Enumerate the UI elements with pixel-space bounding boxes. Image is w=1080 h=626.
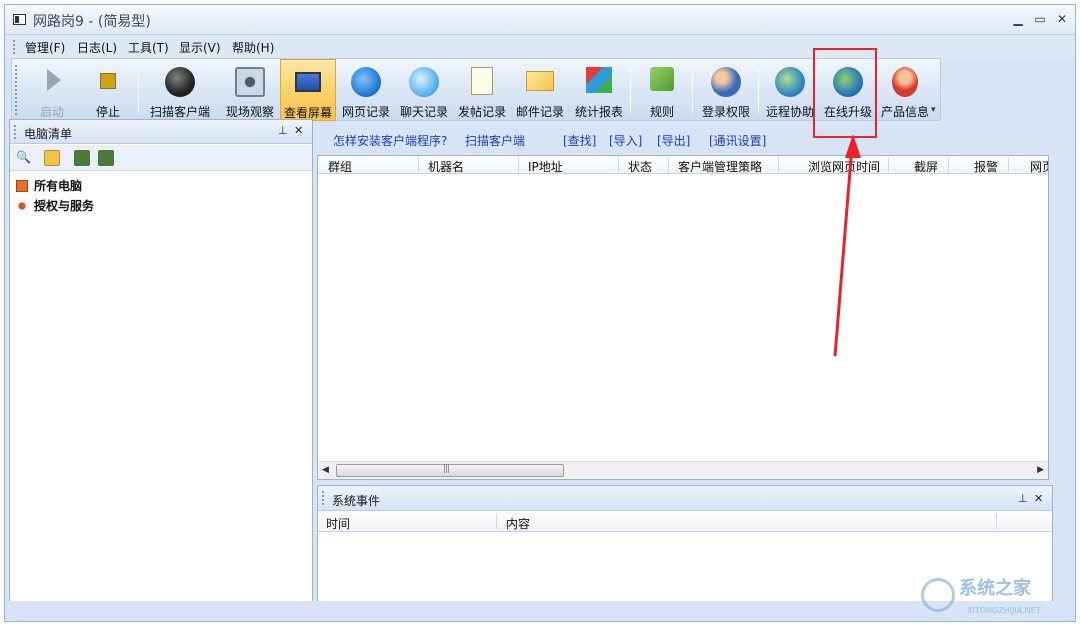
annotation-arrow-icon [833,134,861,357]
watermark-url: XITONGZHIJIA.NET [967,606,1041,615]
site-watermark: 系统之家 XITONGZHIJIA.NET [915,572,1075,622]
watermark-text: 系统之家 [959,578,1031,599]
watermark-logo-icon [921,578,955,612]
